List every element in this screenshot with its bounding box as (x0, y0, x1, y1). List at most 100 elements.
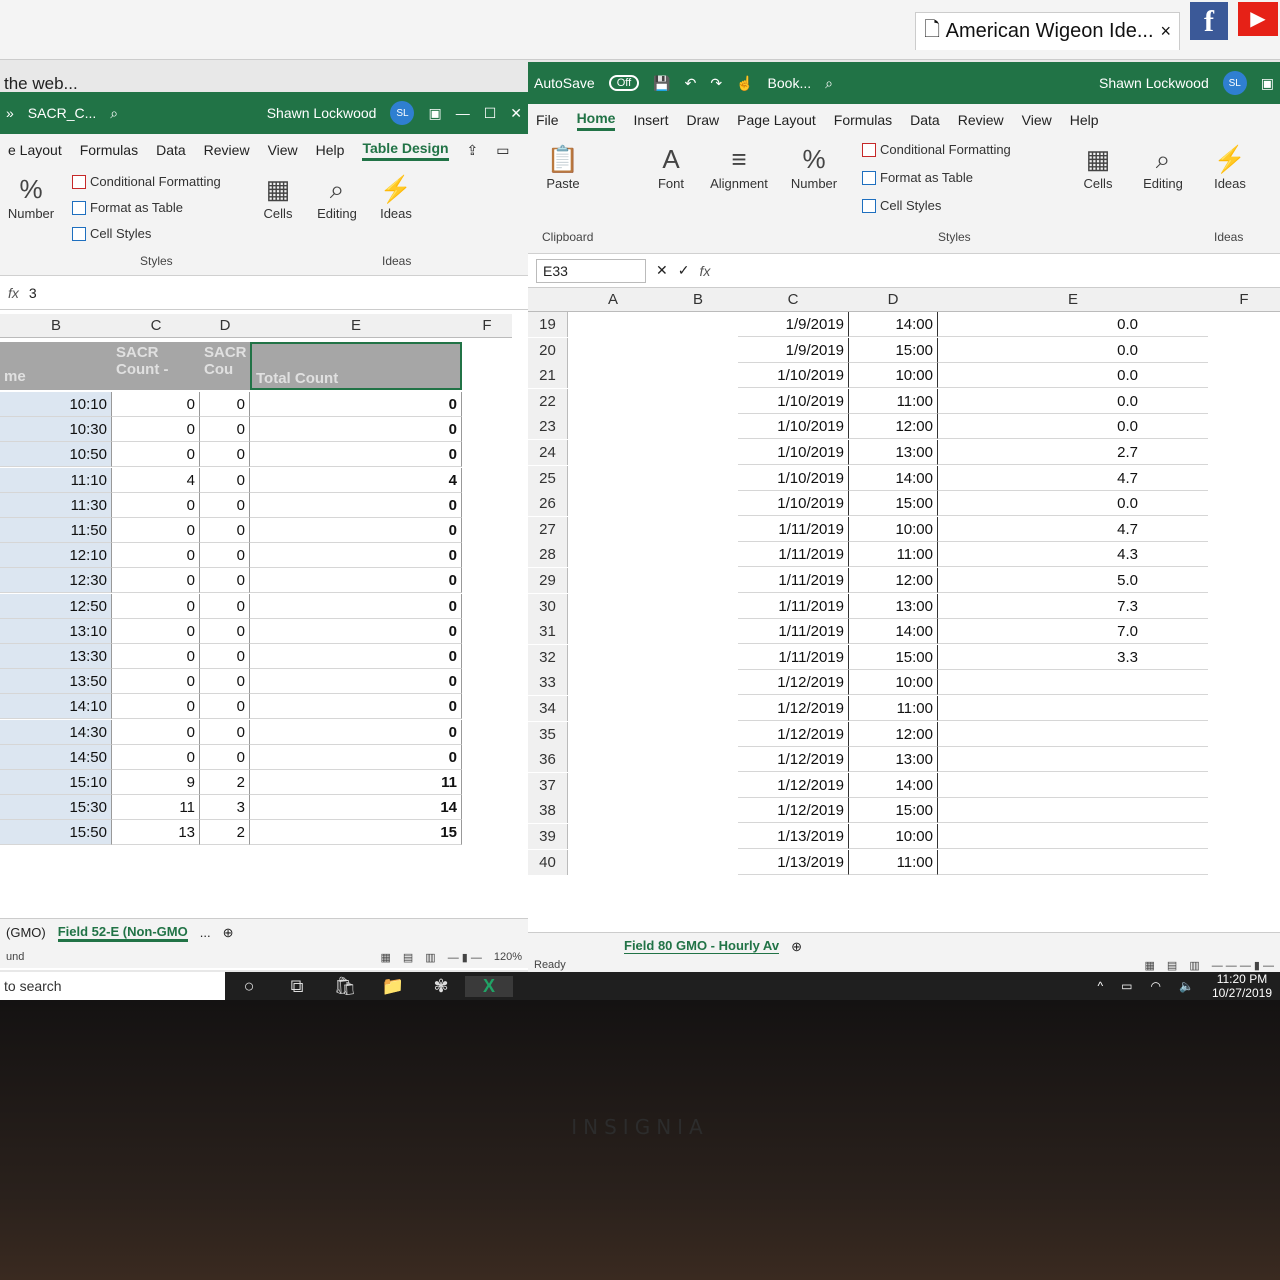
table-cell-e[interactable]: 0 (250, 518, 462, 543)
row-header[interactable]: 27 (528, 516, 568, 542)
cell-e[interactable]: 5.0 (938, 568, 1208, 593)
table-cell-d[interactable]: 0 (200, 392, 250, 417)
cell-d[interactable]: 10:00 (848, 363, 938, 389)
maximize-icon[interactable]: ☐ (484, 105, 497, 122)
table-cell-d[interactable]: 0 (200, 669, 250, 695)
cell-e[interactable] (938, 722, 1208, 747)
menu-insert[interactable]: Insert (633, 112, 668, 128)
cell-c[interactable]: 1/11/2019 (738, 568, 848, 593)
cell-styles-button[interactable]: Cell Styles (862, 198, 941, 213)
cells-group[interactable]: ▦ Cells (1076, 142, 1120, 191)
cell-e[interactable] (938, 824, 1208, 849)
font-group[interactable]: A Font (646, 142, 696, 191)
table-header-sacr-count-2[interactable]: SACR Cou (200, 342, 250, 390)
row-header[interactable]: 37 (528, 772, 568, 798)
table-header-total-count[interactable]: Total Count (250, 342, 462, 390)
table-cell-b[interactable]: 14:10 (0, 694, 112, 720)
table-cell-b[interactable]: 11:30 (0, 492, 112, 518)
table-cell-e[interactable]: 15 (250, 820, 462, 846)
table-cell-d[interactable]: 0 (200, 593, 250, 619)
cell-c[interactable]: 1/10/2019 (738, 414, 848, 440)
add-sheet-icon[interactable]: ⊕ (223, 925, 234, 941)
sheet-tab-field-80[interactable]: Field 80 GMO - Hourly Av (624, 938, 780, 956)
table-cell-d[interactable]: 2 (200, 770, 250, 795)
col-header-e[interactable]: E (250, 314, 462, 338)
cell-d[interactable]: 11:00 (848, 542, 938, 568)
table-cell-b[interactable]: 15:50 (0, 820, 112, 846)
table-header-time[interactable]: me (0, 342, 112, 390)
undo-icon[interactable]: ↶ (685, 75, 697, 92)
cell-e[interactable] (938, 696, 1208, 721)
cell-d[interactable]: 10:00 (848, 670, 938, 696)
cell-e[interactable] (938, 773, 1208, 798)
formula-input[interactable]: 3 (29, 285, 37, 301)
more-sheets[interactable]: ... (200, 925, 211, 940)
col-header-f[interactable]: F (1208, 288, 1280, 312)
comments-icon[interactable]: ▭ (496, 142, 509, 159)
ribbon-display-icon[interactable]: ▣ (1261, 75, 1274, 92)
cell-d[interactable]: 15:00 (848, 798, 938, 824)
menu-review[interactable]: Review (958, 112, 1004, 128)
expand-icon[interactable]: » (6, 105, 14, 121)
minimize-icon[interactable]: — (456, 105, 470, 121)
table-cell-d[interactable]: 0 (200, 543, 250, 569)
ideas-button[interactable]: ⚡ Ideas (1208, 142, 1252, 191)
table-cell-e[interactable]: 0 (250, 593, 462, 619)
cell-d[interactable]: 11:00 (848, 849, 938, 875)
cell-c[interactable]: 1/12/2019 (738, 696, 848, 721)
paste-button[interactable]: 📋 Paste (538, 142, 588, 191)
cell-c[interactable]: 1/12/2019 (738, 722, 848, 747)
row-header[interactable]: 24 (528, 440, 568, 465)
menu-page-layout[interactable]: e Layout (8, 142, 62, 158)
menu-data[interactable]: Data (156, 142, 186, 158)
autosave-toggle[interactable]: Off (608, 75, 640, 91)
table-cell-e[interactable]: 11 (250, 770, 462, 795)
cancel-icon[interactable]: ✕ (656, 262, 668, 279)
sheet-tab-gmo[interactable]: (GMO) (6, 925, 46, 940)
normal-view-icon[interactable]: ▦ (1145, 959, 1155, 972)
select-all[interactable] (528, 288, 568, 312)
zoom-slider[interactable]: — — — ▮ — (1212, 959, 1274, 972)
table-cell-b[interactable]: 15:30 (0, 795, 112, 821)
col-header-b[interactable]: B (0, 314, 112, 338)
cell-d[interactable]: 10:00 (848, 516, 938, 542)
ribbon-display-icon[interactable]: ▣ (428, 105, 441, 122)
table-cell-e[interactable]: 0 (250, 618, 462, 644)
table-cell-c[interactable]: 11 (112, 795, 200, 821)
table-cell-e[interactable]: 0 (250, 568, 462, 594)
cell-e[interactable]: 2.7 (938, 440, 1208, 465)
editing-group[interactable]: ⌕ Editing (312, 172, 362, 221)
row-header[interactable]: 22 (528, 388, 568, 414)
table-cell-d[interactable]: 0 (200, 694, 250, 720)
avatar[interactable]: SL (390, 101, 415, 125)
table-cell-d[interactable]: 0 (200, 467, 250, 493)
share-icon[interactable]: ⇪ (467, 142, 479, 159)
row-header[interactable]: 21 (528, 363, 568, 389)
row-header[interactable]: 33 (528, 670, 568, 696)
cell-c[interactable]: 1/9/2019 (738, 312, 848, 337)
table-cell-b[interactable]: 10:50 (0, 442, 112, 468)
row-header[interactable]: 36 (528, 747, 568, 773)
cell-e[interactable]: 0.0 (938, 338, 1208, 363)
table-cell-c[interactable]: 0 (112, 442, 200, 468)
cell-e[interactable]: 4.7 (938, 466, 1208, 491)
table-cell-c[interactable]: 4 (112, 467, 200, 493)
table-cell-b[interactable]: 14:50 (0, 744, 112, 770)
facebook-icon[interactable]: f (1190, 2, 1228, 40)
menu-view[interactable]: View (268, 142, 298, 158)
cell-d[interactable]: 10:00 (848, 824, 938, 849)
cell-c[interactable]: 1/13/2019 (738, 824, 848, 849)
cell-c[interactable]: 1/12/2019 (738, 670, 848, 696)
col-header-c[interactable]: C (112, 314, 200, 338)
volume-icon[interactable]: 🔈 (1179, 979, 1194, 993)
cell-e[interactable]: 3.3 (938, 645, 1208, 670)
table-cell-c[interactable]: 0 (112, 492, 200, 518)
right-user-name[interactable]: Shawn Lockwood (1099, 75, 1209, 91)
page-break-icon[interactable]: ▥ (1189, 959, 1199, 972)
format-as-table-button[interactable]: Format as Table (72, 200, 183, 215)
search-icon[interactable]: ⌕ (825, 75, 833, 92)
table-cell-d[interactable]: 0 (200, 568, 250, 594)
row-header[interactable]: 29 (528, 568, 568, 593)
row-header[interactable]: 30 (528, 593, 568, 619)
row-header[interactable]: 40 (528, 849, 568, 875)
